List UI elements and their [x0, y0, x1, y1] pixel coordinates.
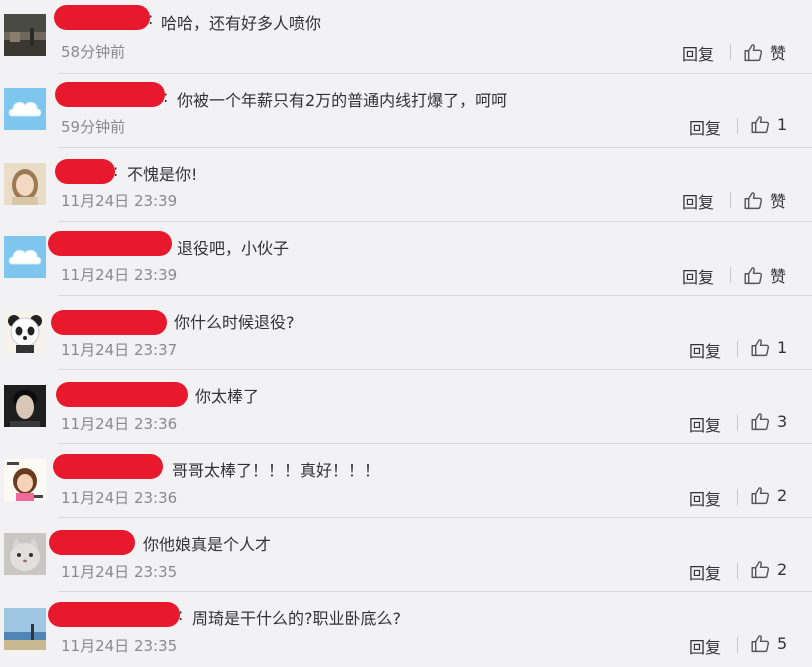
like-count: 赞 — [770, 192, 787, 211]
reply-button[interactable]: 回复 — [689, 115, 721, 139]
like-count: 赞 — [770, 267, 787, 286]
panda-avatar[interactable] — [4, 311, 46, 353]
comment-row: 你什么时候退役? 11月24日 23:37 回复 1 — [0, 296, 812, 370]
comment-row: : 你被一个年薪只有2万的普通内线打爆了，呵呵 59分钟前 回复 1 — [0, 74, 812, 148]
reply-button[interactable]: 回复 — [689, 560, 721, 584]
thumbs-up-icon — [751, 339, 770, 357]
reply-button[interactable]: 回复 — [689, 412, 721, 436]
redacted-username — [56, 382, 188, 407]
comment-text: 你被一个年薪只有2万的普通内线打爆了，呵呵 — [177, 91, 508, 110]
girl-avatar[interactable] — [4, 163, 46, 205]
thumbs-up-icon — [751, 487, 770, 505]
man-portrait-avatar[interactable] — [4, 385, 46, 427]
like-button[interactable]: 赞 — [743, 188, 786, 212]
like-count: 赞 — [770, 44, 787, 63]
comment-time: 11月24日 23:35 — [61, 637, 178, 655]
thumbs-up-icon — [744, 266, 763, 284]
comment-time: 11月24日 23:39 — [61, 266, 178, 284]
like-button[interactable]: 1 — [750, 114, 787, 135]
beach-avatar[interactable] — [4, 608, 46, 650]
comment-text: 你他娘真是个人才 — [143, 535, 272, 554]
comment-text: 不愧是你! — [127, 165, 198, 184]
comment-text: 退役吧，小伙子 — [177, 239, 290, 258]
redacted-username — [55, 82, 165, 107]
action-divider — [730, 267, 731, 283]
comment-time: 11月24日 23:35 — [61, 563, 178, 581]
action-divider — [730, 44, 731, 60]
reply-button[interactable]: 回复 — [689, 634, 721, 658]
comment-text: 周琦是干什么的?职业卧底么? — [192, 609, 401, 628]
action-divider — [730, 192, 731, 208]
action-divider — [737, 118, 738, 134]
comment-row: : 不愧是你! 11月24日 23:39 回复 赞 — [0, 148, 812, 222]
comment-time: 11月24日 23:39 — [61, 192, 178, 210]
comment-row: 你他娘真是个人才 11月24日 23:35 回复 2 — [0, 518, 812, 592]
thumbs-up-icon — [751, 635, 770, 653]
username-colon: : — [148, 9, 154, 28]
comment-time: 11月24日 23:36 — [61, 489, 178, 507]
comment-text: 哥哥太棒了！！！真好！！！ — [172, 461, 381, 480]
action-divider — [737, 637, 738, 653]
action-divider — [737, 489, 738, 505]
comment-row: : 周琦是干什么的?职业卧底么? 11月24日 23:35 回复 5 — [0, 592, 812, 666]
like-button[interactable]: 赞 — [743, 263, 786, 287]
like-button[interactable]: 1 — [750, 337, 787, 358]
redacted-username — [48, 231, 172, 256]
comment-row: : 哈哈，还有好多人喷你 58分钟前 回复 赞 — [0, 0, 812, 74]
redacted-username — [48, 602, 180, 627]
comment-time: 59分钟前 — [61, 118, 126, 136]
cloud-avatar[interactable] — [4, 236, 46, 278]
comment-text: 你太棒了 — [195, 387, 260, 406]
thumbs-up-icon — [751, 561, 770, 579]
road-scene-avatar[interactable] — [4, 14, 46, 56]
cartoon-girl-avatar[interactable] — [4, 459, 46, 501]
like-count: 2 — [777, 486, 788, 505]
redacted-username — [54, 5, 150, 30]
comment-time: 58分钟前 — [61, 43, 126, 61]
redacted-username — [49, 530, 135, 555]
redacted-username — [51, 310, 167, 335]
reply-button[interactable]: 回复 — [689, 338, 721, 362]
action-divider — [737, 563, 738, 579]
comment-text: 你什么时候退役? — [174, 313, 295, 332]
comment-text: 哈哈，还有好多人喷你 — [161, 14, 322, 33]
cloud-avatar[interactable] — [4, 88, 46, 130]
reply-button[interactable]: 回复 — [682, 264, 714, 288]
comment-row: 退役吧，小伙子 11月24日 23:39 回复 赞 — [0, 222, 812, 296]
username-colon: : — [178, 605, 184, 624]
comment-time: 11月24日 23:36 — [61, 415, 178, 433]
comment-time: 11月24日 23:37 — [61, 341, 178, 359]
like-count: 2 — [777, 560, 788, 579]
like-button[interactable]: 3 — [750, 411, 787, 432]
like-button[interactable]: 5 — [750, 633, 787, 654]
comment-row: 你太棒了 11月24日 23:36 回复 3 — [0, 370, 812, 444]
reply-button[interactable]: 回复 — [682, 41, 714, 65]
like-count: 5 — [777, 634, 788, 653]
action-divider — [737, 415, 738, 431]
comment-row: 哥哥太棒了！！！真好！！！ 11月24日 23:36 回复 2 — [0, 444, 812, 518]
like-button[interactable]: 赞 — [743, 40, 786, 64]
redacted-username — [55, 159, 115, 184]
thumbs-up-icon — [751, 116, 770, 134]
thumbs-up-icon — [751, 413, 770, 431]
username-colon: : — [163, 87, 169, 106]
like-count: 3 — [777, 412, 788, 431]
like-count: 1 — [777, 115, 788, 134]
thumbs-up-icon — [744, 191, 763, 209]
redacted-username — [53, 454, 163, 479]
reply-button[interactable]: 回复 — [689, 486, 721, 510]
like-button[interactable]: 2 — [750, 559, 787, 580]
thumbs-up-icon — [744, 43, 763, 61]
like-count: 1 — [777, 338, 788, 357]
action-divider — [737, 341, 738, 357]
cat-avatar[interactable] — [4, 533, 46, 575]
username-colon: : — [113, 161, 119, 180]
like-button[interactable]: 2 — [750, 485, 787, 506]
comment-list: : 哈哈，还有好多人喷你 58分钟前 回复 赞 : 你被一个年薪只有2万的普通内… — [0, 0, 812, 667]
reply-button[interactable]: 回复 — [682, 189, 714, 213]
